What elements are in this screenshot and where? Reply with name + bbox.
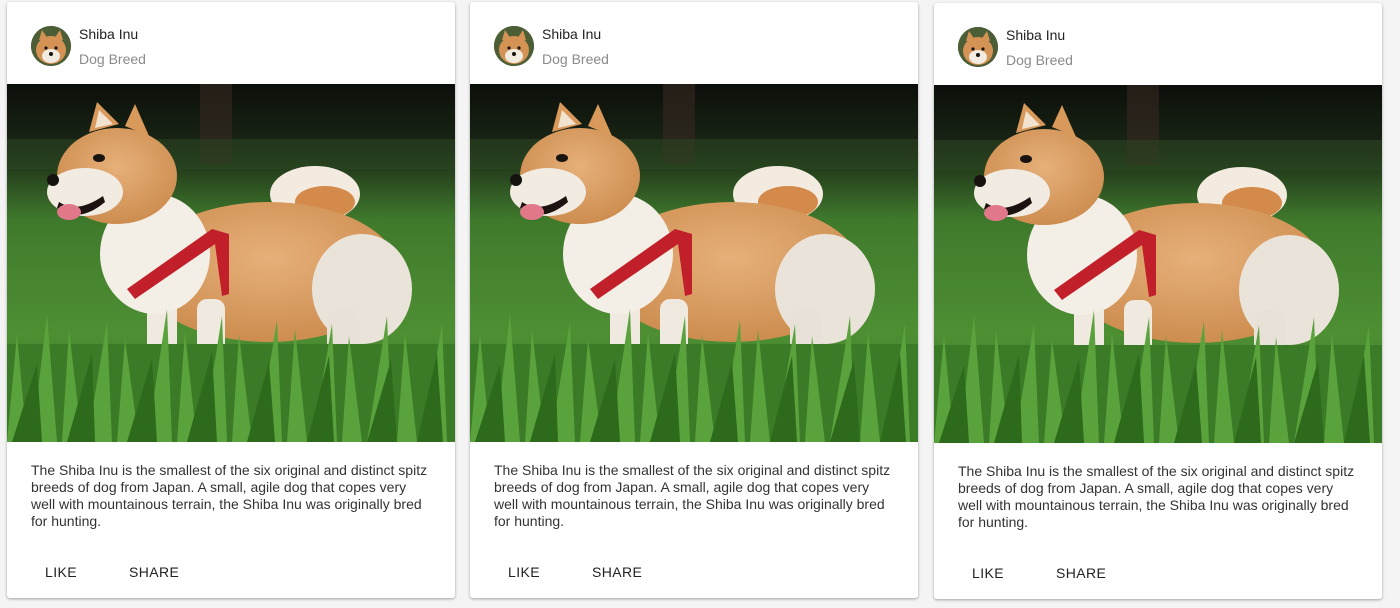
card-title: Shiba Inu	[79, 26, 139, 42]
shiba-inu-photo	[7, 84, 455, 442]
like-button[interactable]: LIKE	[956, 555, 1020, 591]
share-button[interactable]: SHARE	[113, 554, 195, 590]
card-description: The Shiba Inu is the smallest of the six…	[958, 463, 1355, 530]
card-actions: LIKE SHARE	[470, 554, 918, 590]
card-title: Shiba Inu	[542, 26, 602, 42]
share-button[interactable]: SHARE	[1040, 555, 1122, 591]
card-description: The Shiba Inu is the smallest of the six…	[31, 462, 428, 529]
card-actions: LIKE SHARE	[934, 555, 1382, 591]
card-subtitle: Dog Breed	[1006, 52, 1073, 68]
breed-card: Shiba Inu Dog Breed The Shiba Inu is the…	[934, 3, 1382, 599]
like-button[interactable]: LIKE	[492, 554, 556, 590]
share-button[interactable]: SHARE	[576, 554, 658, 590]
shiba-inu-photo	[470, 84, 918, 442]
card-actions: LIKE SHARE	[7, 554, 455, 590]
card-subtitle: Dog Breed	[542, 51, 609, 67]
card-title: Shiba Inu	[1006, 27, 1066, 43]
shiba-inu-avatar-icon	[958, 27, 998, 67]
card-header: Shiba Inu Dog Breed	[934, 3, 1382, 85]
card-grid: Shiba Inu Dog Breed The Shiba Inu is the…	[0, 0, 1400, 608]
breed-card: Shiba Inu Dog Breed The Shiba Inu is the…	[470, 2, 918, 598]
shiba-inu-photo	[934, 85, 1382, 443]
shiba-inu-avatar-icon	[494, 26, 534, 66]
card-description: The Shiba Inu is the smallest of the six…	[494, 462, 891, 529]
breed-card: Shiba Inu Dog Breed The Shiba Inu is the…	[7, 2, 455, 598]
card-header: Shiba Inu Dog Breed	[7, 2, 455, 84]
like-button[interactable]: LIKE	[29, 554, 93, 590]
card-subtitle: Dog Breed	[79, 51, 146, 67]
shiba-inu-avatar-icon	[31, 26, 71, 66]
card-header: Shiba Inu Dog Breed	[470, 2, 918, 84]
